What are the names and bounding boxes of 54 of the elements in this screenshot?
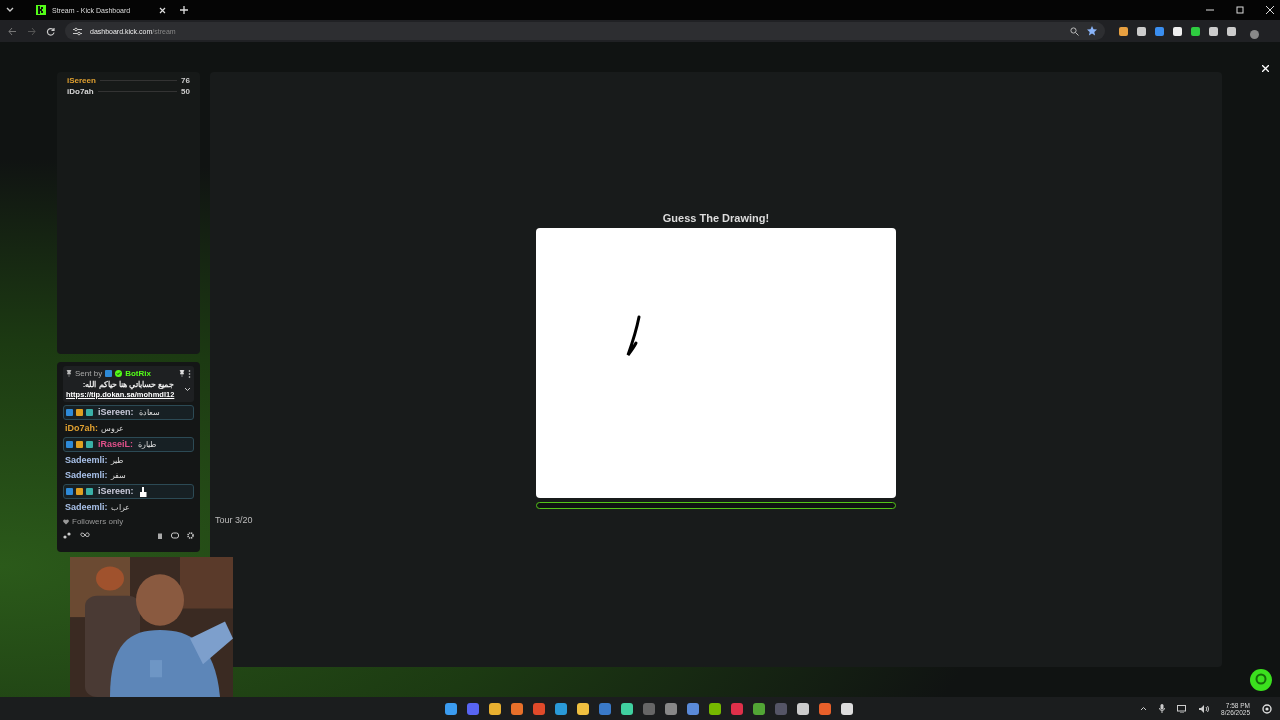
- player-name: iDo7ah: [67, 87, 94, 96]
- minimize-icon[interactable]: [1206, 6, 1214, 14]
- emoji-icon: [138, 486, 148, 497]
- username: Sadeemli:: [65, 502, 108, 513]
- round-counter: Tour 3/20: [215, 515, 253, 525]
- username: iDo7ah:: [65, 423, 98, 434]
- chevron-down-icon[interactable]: [184, 387, 191, 392]
- message-text: عراب: [110, 503, 130, 512]
- logo-icon: [36, 5, 46, 15]
- message-text: سعادة: [138, 408, 160, 417]
- badge-icon: [105, 370, 113, 377]
- username: iSereen:: [97, 406, 135, 419]
- reload-icon[interactable]: [46, 26, 55, 36]
- chevron-up-icon[interactable]: [1140, 706, 1148, 711]
- restore-icon[interactable]: [1236, 6, 1244, 14]
- more-icon[interactable]: [188, 369, 191, 378]
- emote-icon[interactable]: [171, 531, 179, 539]
- chat-mode-label: Followers only: [72, 517, 124, 526]
- notification-icon[interactable]: [1262, 703, 1272, 714]
- player-name: iSereen: [67, 76, 96, 85]
- message-text: سفر: [110, 471, 126, 480]
- microphone-icon[interactable]: [1159, 704, 1166, 713]
- back-icon[interactable]: [8, 26, 17, 36]
- pin-icon[interactable]: [179, 370, 185, 377]
- pin-icon: [66, 370, 72, 377]
- username: Sadeemli:: [65, 455, 108, 466]
- tab-list-icon[interactable]: [6, 7, 14, 13]
- close-icon[interactable]: [159, 6, 166, 14]
- star-icon[interactable]: [1087, 26, 1097, 36]
- heart-icon: [63, 518, 69, 525]
- infinity-icon[interactable]: [80, 532, 90, 538]
- new-tab-icon[interactable]: [180, 6, 188, 14]
- message-text: عروس: [101, 424, 124, 433]
- game-title: Guess The Drawing!: [662, 212, 770, 224]
- player-score: 50: [181, 87, 190, 96]
- sent-by-label: Sent by: [75, 369, 103, 378]
- site-settings-icon[interactable]: [73, 26, 82, 36]
- badge-icon: [1250, 669, 1272, 691]
- username: iSereen:: [97, 485, 135, 498]
- avatar-icon[interactable]: [1250, 29, 1259, 39]
- username: Sadeemli:: [65, 470, 108, 481]
- network-icon[interactable]: [1177, 704, 1188, 713]
- player-score: 76: [181, 76, 190, 85]
- zoom-icon[interactable]: [1070, 26, 1079, 36]
- volume-icon[interactable]: [1199, 704, 1210, 713]
- close-icon[interactable]: [1266, 6, 1274, 14]
- trash-icon[interactable]: [157, 531, 163, 539]
- users-icon[interactable]: [63, 531, 72, 539]
- verified-icon: [115, 370, 123, 377]
- bot-name: BotRix: [125, 369, 151, 378]
- message-text: طيارة: [138, 440, 156, 449]
- pinned-text: جميع حساباتي هنا حياكم الله:: [81, 380, 175, 389]
- username: iRaseiL:: [97, 438, 134, 451]
- message-text: طير: [110, 456, 123, 465]
